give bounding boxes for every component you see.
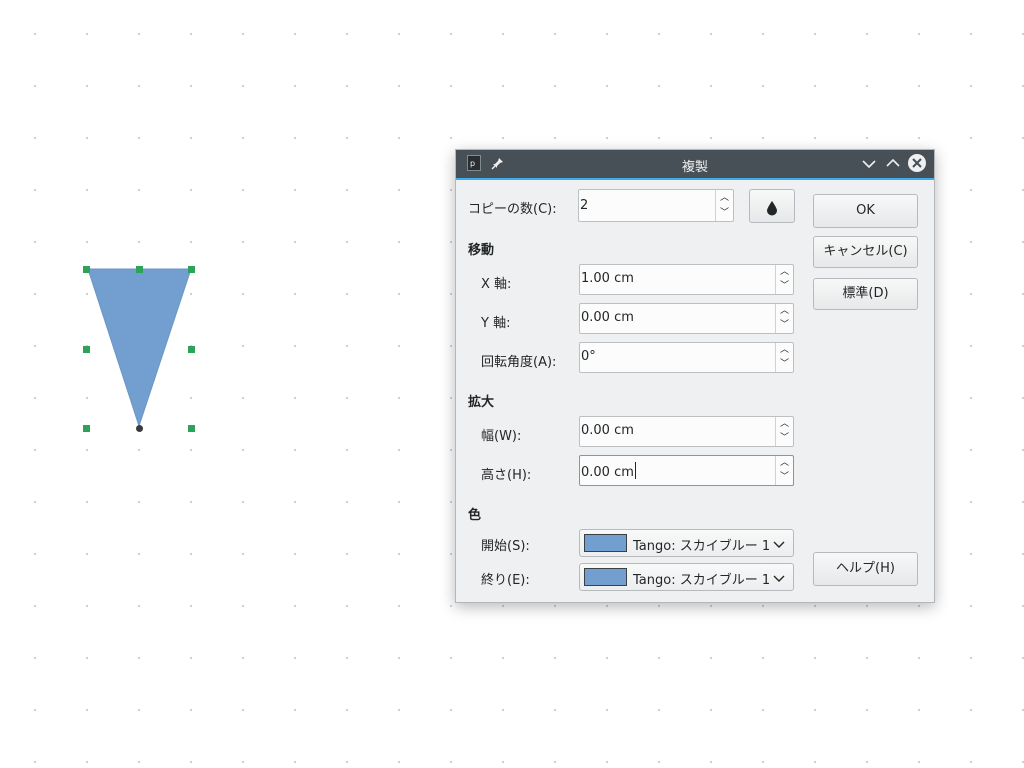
- dialog-titlebar[interactable]: p 複製: [456, 150, 934, 180]
- droplet-icon: [766, 198, 778, 228]
- x-axis-value[interactable]: 1.00 cm: [581, 271, 634, 286]
- start-color-combobox[interactable]: Tango: スカイブルー 1: [579, 529, 794, 557]
- spin-up-icon[interactable]: ︿: [776, 304, 793, 318]
- move-section-heading: 移動: [468, 243, 495, 258]
- rotation-label: 回転角度(A):: [481, 355, 557, 370]
- rotation-pivot-point[interactable]: [136, 425, 143, 432]
- rotation-spinbox[interactable]: 0° ︿ ﹀: [579, 342, 794, 373]
- x-axis-label: X 軸:: [481, 277, 512, 292]
- close-icon[interactable]: [907, 153, 927, 177]
- chevron-down-icon: [773, 538, 785, 553]
- default-button[interactable]: 標準(D): [813, 278, 918, 310]
- y-axis-label: Y 軸:: [481, 316, 511, 331]
- selection-handle-right[interactable]: [188, 346, 195, 353]
- selection-handle-bottom-left[interactable]: [83, 425, 90, 432]
- spin-up-icon[interactable]: ︿: [776, 343, 793, 357]
- cancel-button[interactable]: キャンセル(C): [813, 236, 918, 268]
- spin-up-icon[interactable]: ︿: [776, 417, 793, 431]
- y-axis-value[interactable]: 0.00 cm: [581, 310, 634, 325]
- height-label: 高さ(H):: [481, 468, 532, 483]
- x-axis-spinbox[interactable]: 1.00 cm ︿ ﹀: [579, 264, 794, 295]
- spin-up-icon[interactable]: ︿: [776, 456, 793, 470]
- duplicate-dialog: p 複製 コピーの数(C): 2 ︿ ﹀ 移動 X 軸: 1.00 cm ︿﹀: [455, 149, 935, 603]
- selection-handle-top[interactable]: [136, 266, 143, 273]
- spin-down-icon[interactable]: ﹀: [776, 318, 793, 332]
- y-axis-spinbox[interactable]: 0.00 cm ︿ ﹀: [579, 303, 794, 334]
- copies-value[interactable]: 2: [580, 198, 588, 213]
- selection-handle-top-right[interactable]: [188, 266, 195, 273]
- selection-handle-bottom-right[interactable]: [188, 425, 195, 432]
- spin-up-icon[interactable]: ︿: [776, 265, 793, 279]
- start-color-swatch: [584, 534, 627, 552]
- width-value[interactable]: 0.00 cm: [581, 423, 634, 438]
- enlarge-section-heading: 拡大: [468, 395, 495, 410]
- copies-spinbox[interactable]: 2 ︿ ﹀: [578, 189, 734, 222]
- width-spinbox[interactable]: 0.00 cm ︿ ﹀: [579, 416, 794, 447]
- text-cursor: [634, 462, 636, 479]
- end-color-value: Tango: スカイブルー 1: [633, 573, 771, 588]
- spin-down-icon[interactable]: ﹀: [776, 431, 793, 445]
- start-color-value: Tango: スカイブルー 1: [633, 539, 771, 554]
- selection-handle-top-left[interactable]: [83, 266, 90, 273]
- maximize-icon[interactable]: [886, 157, 900, 172]
- spin-down-icon[interactable]: ﹀: [776, 470, 793, 484]
- end-color-combobox[interactable]: Tango: スカイブルー 1: [579, 563, 794, 591]
- copies-label: コピーの数(C):: [468, 202, 557, 217]
- help-button[interactable]: ヘルプ(H): [813, 552, 918, 586]
- selection-handle-left[interactable]: [83, 346, 90, 353]
- end-color-label: 終り(E):: [481, 573, 530, 588]
- height-value[interactable]: 0.00 cm: [581, 462, 636, 480]
- spin-down-icon[interactable]: ﹀: [716, 206, 733, 220]
- start-color-label: 開始(S):: [481, 539, 530, 554]
- height-spinbox[interactable]: 0.00 cm ︿ ﹀: [579, 455, 794, 486]
- chevron-down-icon: [773, 572, 785, 587]
- minimize-icon[interactable]: [862, 158, 876, 173]
- ok-button[interactable]: OK: [813, 194, 918, 228]
- spin-down-icon[interactable]: ﹀: [776, 357, 793, 371]
- spin-down-icon[interactable]: ﹀: [776, 279, 793, 293]
- spin-up-icon[interactable]: ︿: [716, 191, 733, 205]
- width-label: 幅(W):: [481, 429, 522, 444]
- color-picker-button[interactable]: [749, 189, 795, 223]
- rotation-value[interactable]: 0°: [581, 349, 596, 364]
- end-color-swatch: [584, 568, 627, 586]
- color-section-heading: 色: [468, 508, 482, 523]
